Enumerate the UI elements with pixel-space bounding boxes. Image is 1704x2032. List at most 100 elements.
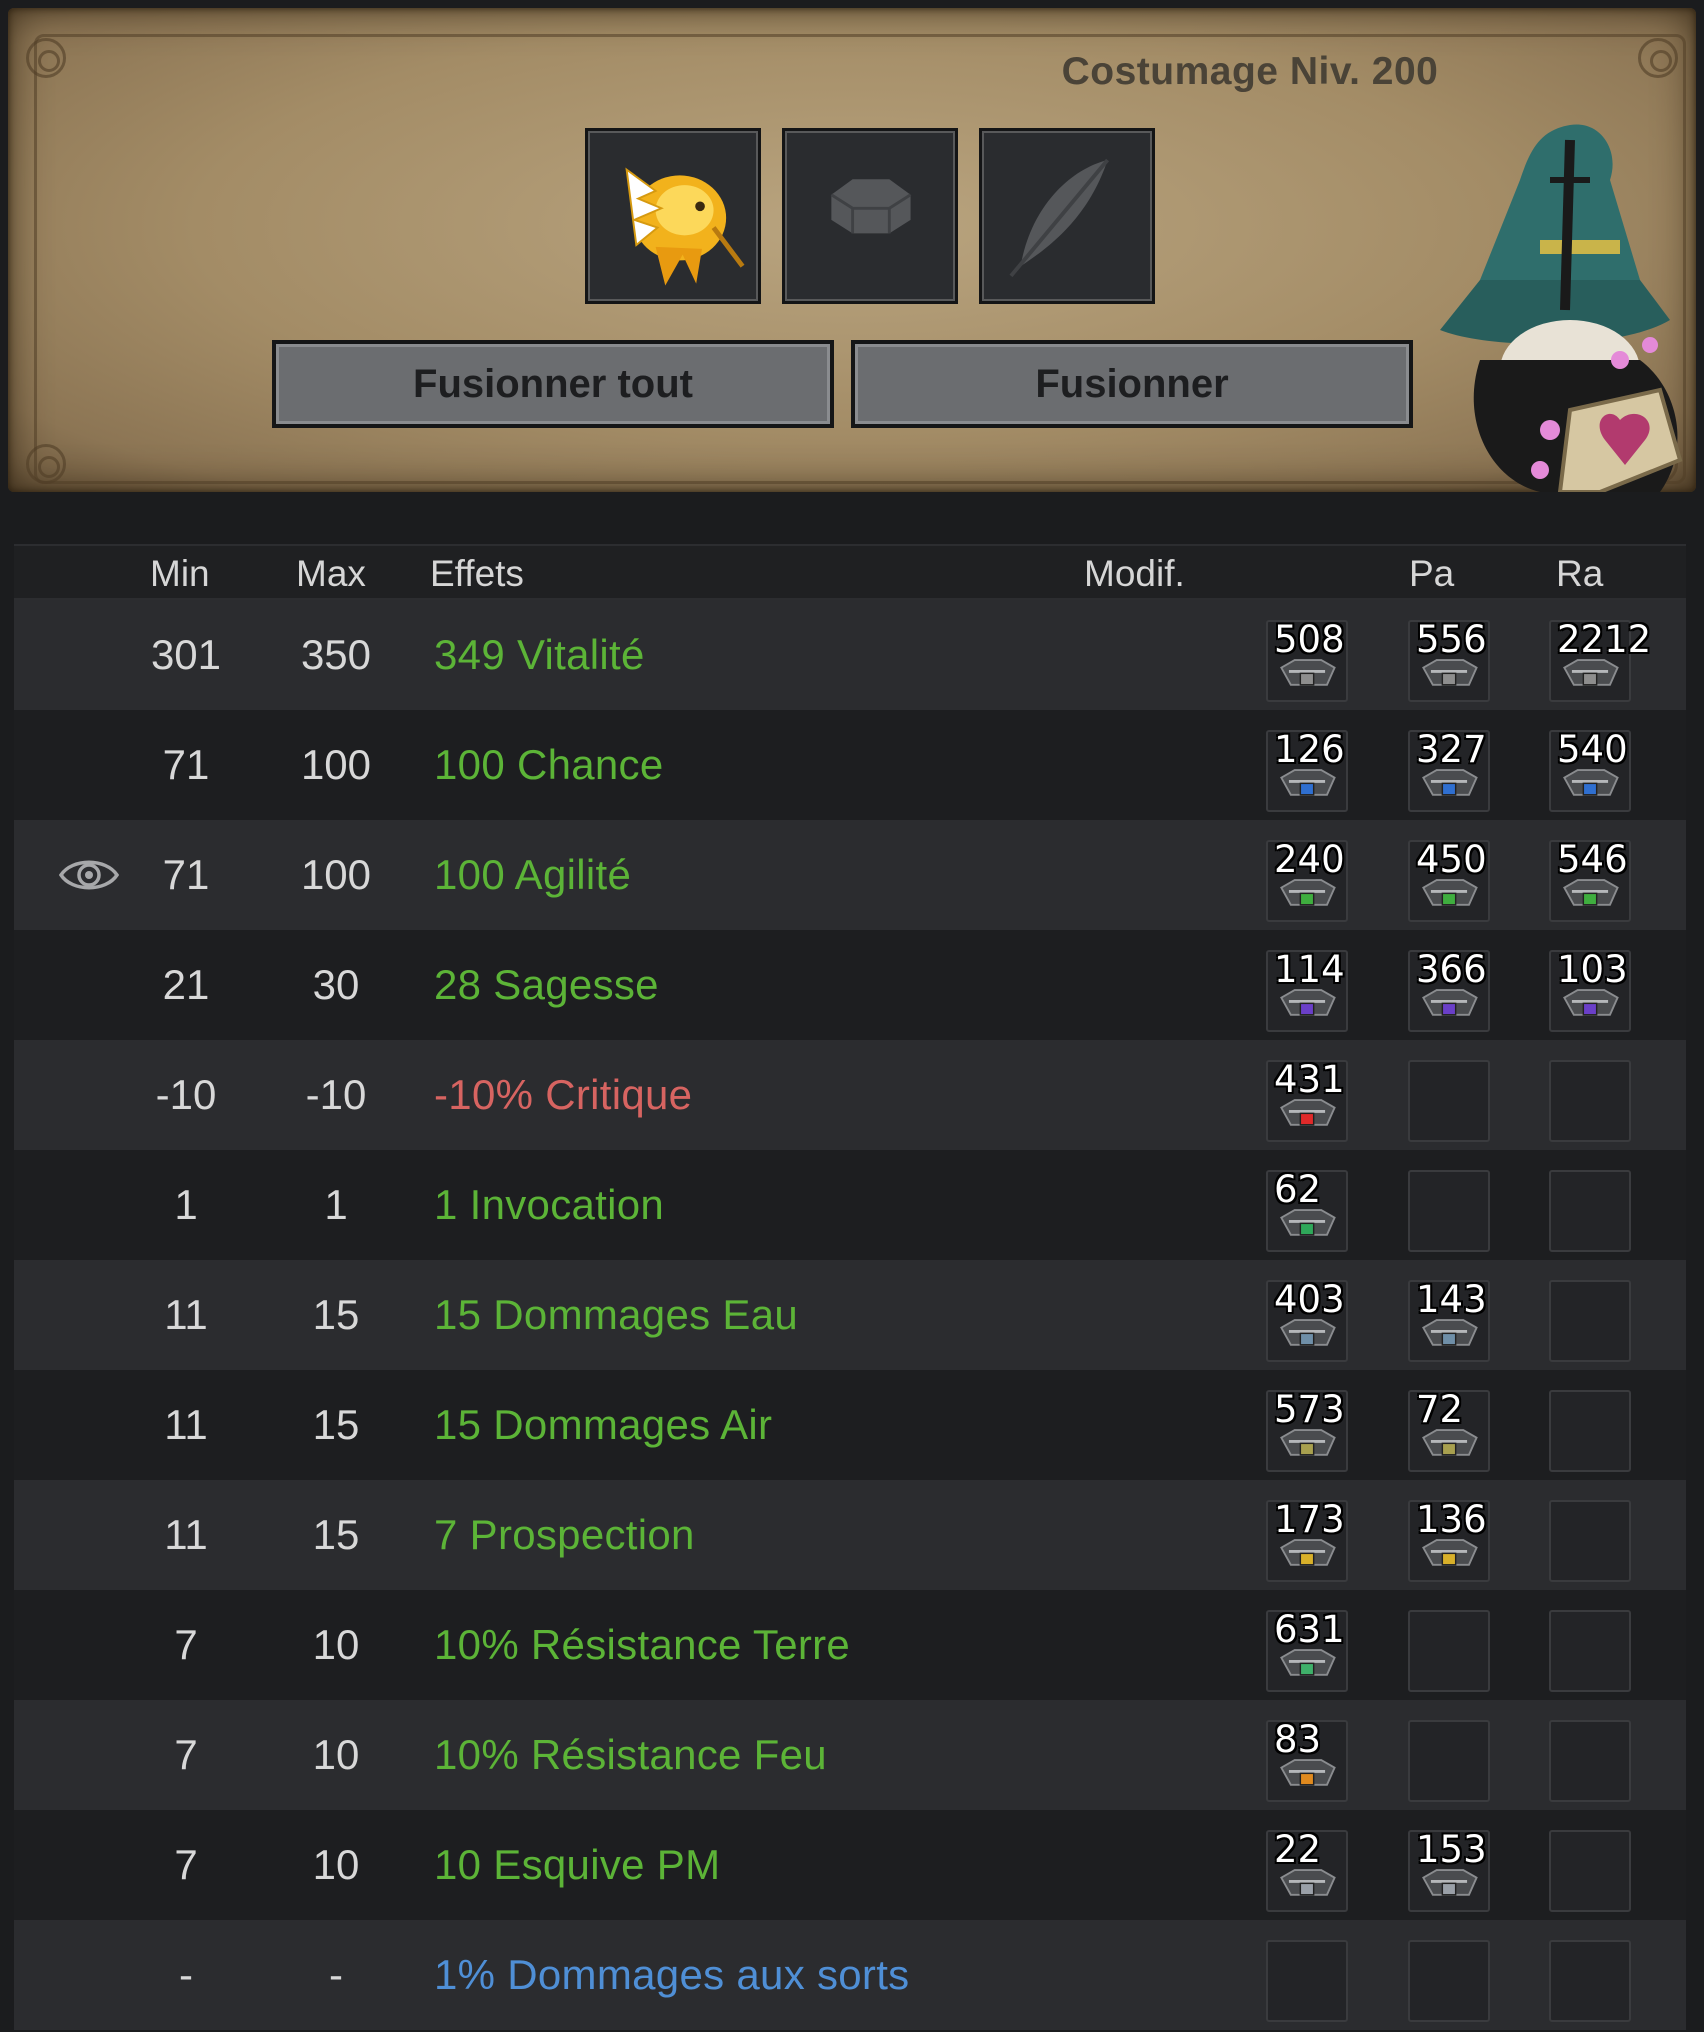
rune-slot-ra[interactable]: 546: [1549, 838, 1631, 922]
table-row: 21 30 28 Sagesse 114 366 103: [14, 930, 1686, 1040]
table-row: 1 1 1 Invocation 62: [14, 1150, 1686, 1260]
max-value: 15: [312, 1401, 360, 1448]
min-value: 7: [174, 1841, 198, 1888]
rune-count: 546: [1557, 838, 1628, 881]
table-row: 7 10 10% Résistance Feu 83: [14, 1700, 1686, 1810]
table-row: 7 10 10 Esquive PM 22 153: [14, 1810, 1686, 1920]
rune-slot-modif[interactable]: 403: [1266, 1278, 1348, 1362]
rune-slot-pa[interactable]: 153: [1408, 1828, 1490, 1912]
rune-count: 240: [1274, 838, 1345, 881]
fuse-all-button[interactable]: Fusionner tout: [272, 340, 834, 428]
rune-slot-modif[interactable]: 631: [1266, 1608, 1348, 1692]
table-row: 11 15 15 Dommages Eau 403 143: [14, 1260, 1686, 1370]
rune-count: 72: [1416, 1388, 1464, 1431]
column-max: Max: [296, 553, 366, 594]
rune-slot-ra[interactable]: [1549, 1170, 1631, 1252]
rune-slot-modif[interactable]: 114: [1266, 948, 1348, 1032]
rune-slot-ra[interactable]: [1549, 1060, 1631, 1142]
rune-slot-pa[interactable]: [1408, 1060, 1490, 1142]
rune-count: 22: [1274, 1828, 1322, 1871]
effect-label: -10% Critique: [434, 1071, 693, 1118]
rune-slot-modif[interactable]: [1266, 1940, 1348, 2022]
min-value: 71: [162, 741, 210, 788]
effect-label: 15 Dommages Eau: [434, 1291, 799, 1338]
max-value: 15: [312, 1291, 360, 1338]
max-value: 100: [300, 851, 372, 898]
rune-slot-ra[interactable]: [1549, 1280, 1631, 1362]
effect-label: 349 Vitalité: [434, 631, 645, 678]
rune-slot-modif[interactable]: 62: [1266, 1168, 1348, 1252]
rune-slot-modif[interactable]: 83: [1266, 1718, 1348, 1802]
eye-icon[interactable]: [58, 852, 120, 898]
rune-slot-ra[interactable]: [1549, 1940, 1631, 2022]
column-effects: Effets: [430, 553, 524, 594]
rune-count: 403: [1274, 1278, 1345, 1321]
max-value: 30: [312, 961, 360, 1008]
ornament-icon: [1638, 38, 1678, 78]
rune-slot-modif[interactable]: 240: [1266, 838, 1348, 922]
rune-count: 136: [1416, 1498, 1487, 1541]
table-row: 7 10 10% Résistance Terre 631: [14, 1590, 1686, 1700]
rune-slot-ra[interactable]: [1549, 1720, 1631, 1802]
item-slot-3[interactable]: [979, 128, 1155, 304]
rune-count: 2212: [1557, 618, 1652, 661]
rune-count: 83: [1274, 1718, 1322, 1761]
rune-slot-ra[interactable]: 2212: [1549, 618, 1651, 702]
rune-slot-pa[interactable]: 143: [1408, 1278, 1490, 1362]
fuse-button[interactable]: Fusionner: [851, 340, 1413, 428]
rune-slot-modif[interactable]: 508: [1266, 618, 1348, 702]
rune-slot-ra[interactable]: 103: [1549, 948, 1631, 1032]
rune-slot-pa[interactable]: [1408, 1610, 1490, 1692]
min-value: 71: [162, 851, 210, 898]
rune-slot-pa[interactable]: 327: [1408, 728, 1490, 812]
max-value: 10: [312, 1841, 360, 1888]
min-value: 7: [174, 1731, 198, 1778]
max-value: -10: [305, 1071, 367, 1118]
rune-slot-modif[interactable]: 573: [1266, 1388, 1348, 1472]
rune-count: 114: [1274, 948, 1345, 991]
item-slot-2[interactable]: [782, 128, 958, 304]
column-min: Min: [150, 553, 210, 594]
min-value: 7: [174, 1621, 198, 1668]
rune-count: 153: [1416, 1828, 1487, 1871]
min-value: 11: [164, 1291, 208, 1338]
rune-slot-modif[interactable]: 126: [1266, 728, 1348, 812]
table-row: 71 100 100 Agilité 240 450 546: [14, 820, 1686, 930]
rune-count: 631: [1274, 1608, 1345, 1651]
rune-slot-ra[interactable]: [1549, 1500, 1631, 1582]
min-value: 1: [174, 1181, 198, 1228]
min-value: -10: [155, 1071, 217, 1118]
rune-slot-pa[interactable]: 366: [1408, 948, 1490, 1032]
rune-slot-ra[interactable]: [1549, 1390, 1631, 1472]
effect-label: 10% Résistance Terre: [434, 1621, 851, 1668]
rune-slot-modif[interactable]: 173: [1266, 1498, 1348, 1582]
rune-slot-pa[interactable]: 136: [1408, 1498, 1490, 1582]
ornament-icon: [26, 444, 66, 484]
rune-slot-pa[interactable]: 450: [1408, 838, 1490, 922]
table-header: Min Max Effets Modif. Pa Ra: [14, 544, 1686, 600]
rune-slot-ra[interactable]: [1549, 1610, 1631, 1692]
rune-slot-ra[interactable]: [1549, 1830, 1631, 1912]
rune-count: 103: [1557, 948, 1628, 991]
effect-label: 10 Esquive PM: [434, 1841, 721, 1888]
table-row: 71 100 100 Chance 126 327 540: [14, 710, 1686, 820]
table-row: 301 350 349 Vitalité 508 556 2212: [14, 600, 1686, 710]
rune-count: 173: [1274, 1498, 1345, 1541]
effect-label: 1 Invocation: [434, 1181, 665, 1228]
rune-slot-modif[interactable]: 431: [1266, 1058, 1348, 1142]
rune-slot-pa[interactable]: 72: [1408, 1388, 1490, 1472]
rune-count: 62: [1274, 1168, 1322, 1211]
rune-slot-modif[interactable]: 22: [1266, 1828, 1348, 1912]
rune-slot-ra[interactable]: 540: [1549, 728, 1631, 812]
rune-count: 126: [1274, 728, 1345, 771]
ornament-icon: [26, 38, 66, 78]
max-value: 1: [324, 1181, 348, 1228]
rune-slot-pa[interactable]: 556: [1408, 618, 1490, 702]
rune-slot-pa[interactable]: [1408, 1720, 1490, 1802]
column-pa: Pa: [1409, 553, 1455, 594]
effect-label: 100 Agilité: [434, 851, 632, 898]
rune-slot-pa[interactable]: [1408, 1940, 1490, 2022]
rune-count: 508: [1274, 618, 1345, 661]
rune-slot-pa[interactable]: [1408, 1170, 1490, 1252]
item-slot-1[interactable]: [585, 128, 761, 304]
